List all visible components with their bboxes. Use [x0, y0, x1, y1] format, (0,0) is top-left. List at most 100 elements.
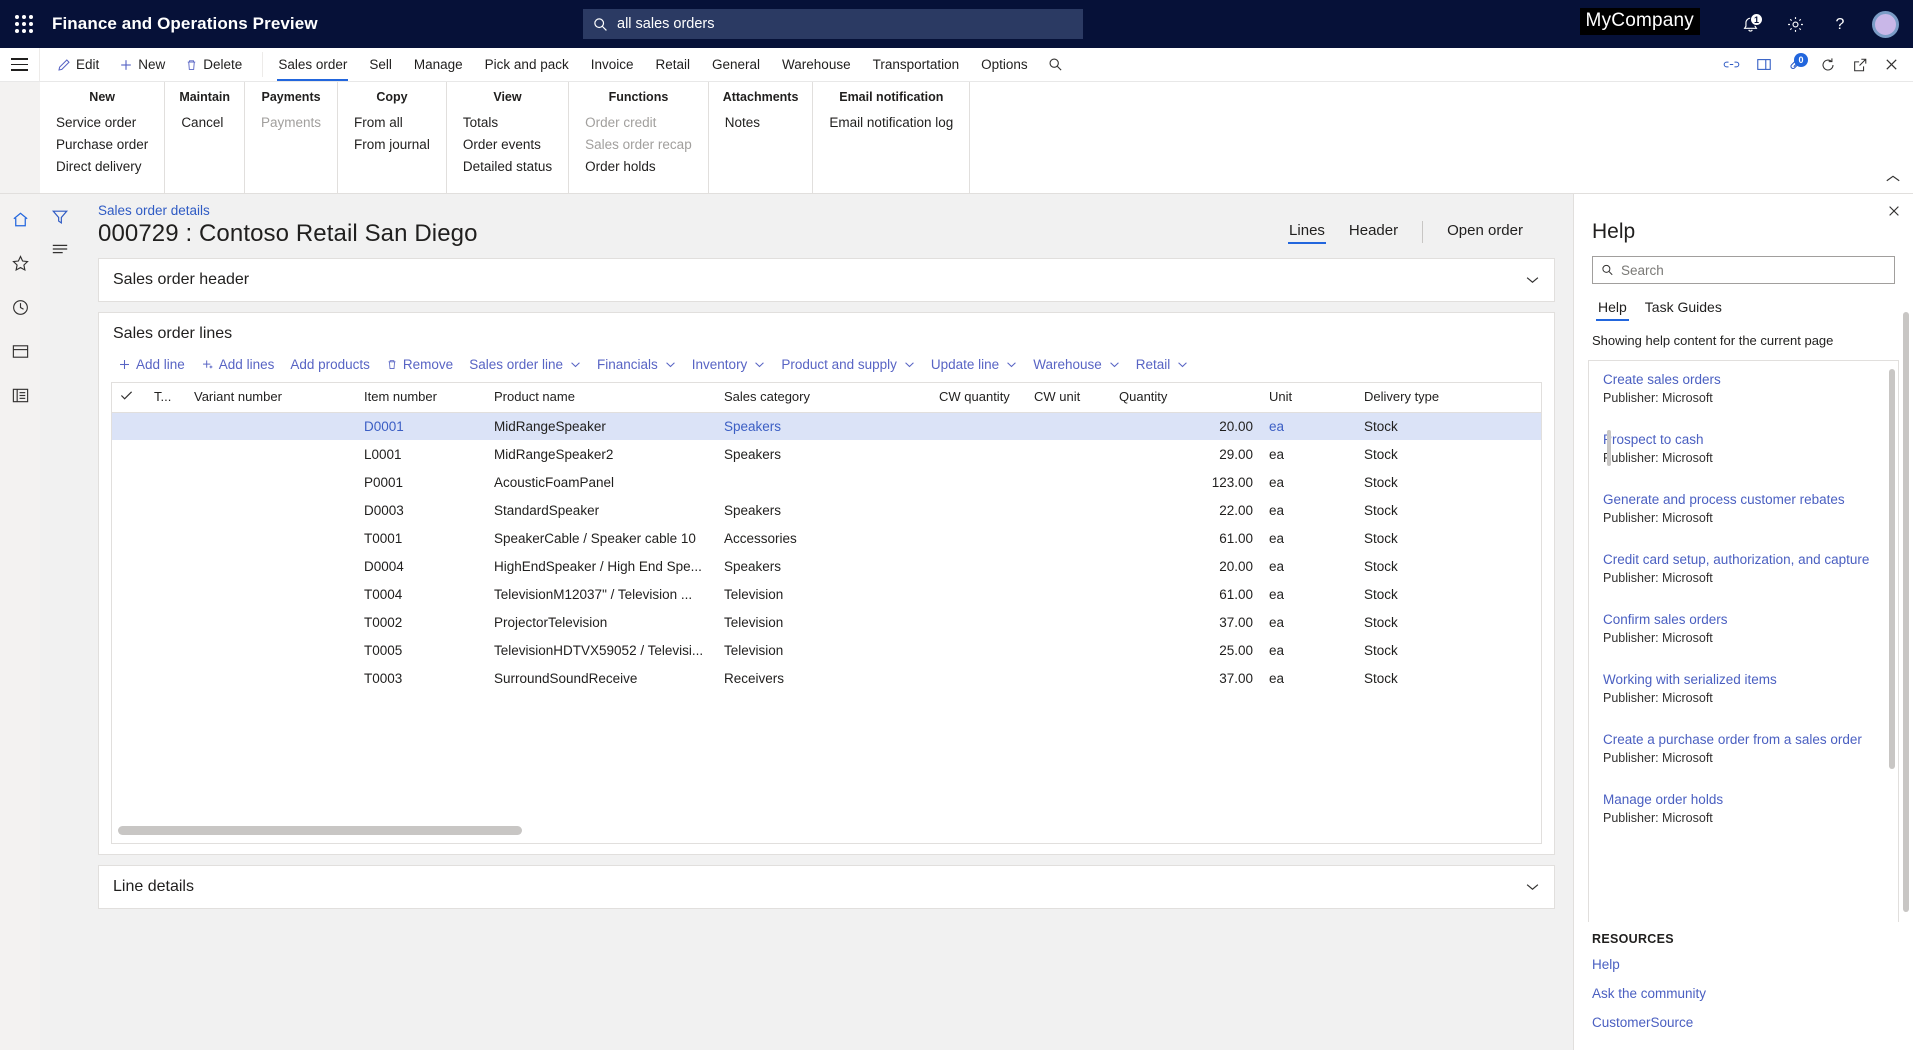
cell-quantity[interactable]: 20.00	[1111, 552, 1261, 581]
user-account-button[interactable]	[1865, 4, 1905, 44]
ribbon-item-from-journal[interactable]: From journal	[352, 136, 432, 154]
close-icon[interactable]	[1876, 51, 1907, 79]
row-checkbox[interactable]	[112, 552, 146, 581]
resource-link-help[interactable]: Help	[1592, 957, 1895, 972]
tab-header[interactable]: Header	[1337, 220, 1410, 244]
page-scroll-area[interactable]: Sales order header Sales order lines Add…	[80, 258, 1573, 1050]
ribbon-item-order-holds[interactable]: Order holds	[583, 158, 694, 176]
row-checkbox[interactable]	[112, 524, 146, 553]
help-article-link[interactable]: Generate and process customer rebates	[1603, 491, 1884, 508]
select-all-header[interactable]	[112, 383, 146, 413]
app-launcher-button[interactable]	[0, 0, 48, 48]
cell-sales-category[interactable]: Speakers	[716, 496, 931, 525]
tab-transportation[interactable]: Transportation	[862, 48, 971, 81]
col-unit[interactable]: Unit	[1261, 383, 1356, 413]
ribbon-item-detailed-status[interactable]: Detailed status	[461, 158, 554, 176]
row-checkbox[interactable]	[112, 412, 146, 441]
cell-quantity[interactable]: 20.00	[1111, 412, 1261, 441]
tab-options[interactable]: Options	[970, 48, 1039, 81]
side-panel-icon[interactable]	[1748, 51, 1779, 79]
table-row[interactable]: L0001 MidRangeSpeaker2 Speakers 29.00 ea…	[112, 440, 1541, 469]
cell-unit[interactable]: ea	[1261, 468, 1356, 497]
home-icon[interactable]	[5, 204, 35, 234]
cell-item-number[interactable]: T0002	[356, 608, 486, 637]
close-help-pane-button[interactable]	[1887, 204, 1901, 221]
col-item-number[interactable]: Item number	[356, 383, 486, 413]
help-article-link[interactable]: Create sales orders	[1603, 371, 1884, 388]
cell-item-number[interactable]: D0003	[356, 496, 486, 525]
cell-sales-category[interactable]: Accessories	[716, 524, 931, 553]
col-product-name[interactable]: Product name	[486, 383, 716, 413]
collapse-ribbon-button[interactable]	[1885, 171, 1901, 189]
cell-unit[interactable]: ea	[1261, 608, 1356, 637]
list-item[interactable]: Working with serialized items Publisher:…	[1603, 671, 1884, 705]
ribbon-item-purchase-order[interactable]: Purchase order	[54, 136, 150, 154]
cell-unit[interactable]: ea	[1261, 580, 1356, 609]
list-item[interactable]: Credit card setup, authorization, and ca…	[1603, 551, 1884, 585]
warehouse-menu[interactable]: Warehouse	[1026, 353, 1127, 376]
col-type[interactable]: T...	[146, 383, 186, 413]
hscroll-track[interactable]	[118, 826, 1535, 835]
cell-item-number[interactable]: T0003	[356, 664, 486, 693]
help-article-link[interactable]: Create a purchase order from a sales ord…	[1603, 731, 1884, 748]
cell-quantity[interactable]: 61.00	[1111, 524, 1261, 553]
help-article-link[interactable]: Working with serialized items	[1603, 671, 1884, 688]
row-checkbox[interactable]	[112, 440, 146, 469]
help-list-scrollbar[interactable]	[1889, 369, 1895, 769]
cell-sales-category[interactable]: Television	[716, 608, 931, 637]
cell-quantity[interactable]: 37.00	[1111, 664, 1261, 693]
cell-item-number[interactable]: L0001	[356, 440, 486, 469]
help-article-list[interactable]: Create sales orders Publisher: Microsoft…	[1588, 360, 1899, 922]
ribbon-item-email-notification-log[interactable]: Email notification log	[827, 114, 955, 132]
sales-order-line-menu[interactable]: Sales order line	[462, 353, 588, 376]
ribbon-item-totals[interactable]: Totals	[461, 114, 554, 132]
ribbon-item-direct-delivery[interactable]: Direct delivery	[54, 158, 150, 176]
cell-quantity[interactable]: 22.00	[1111, 496, 1261, 525]
help-tab-task-guides[interactable]: Task Guides	[1639, 296, 1728, 321]
help-button[interactable]: ?	[1820, 4, 1860, 44]
help-article-link[interactable]: Confirm sales orders	[1603, 611, 1884, 628]
fasttab-line-details[interactable]: Line details	[98, 865, 1555, 909]
favorites-star-icon[interactable]	[5, 248, 35, 278]
add-line-button[interactable]: Add line	[111, 353, 192, 376]
table-row[interactable]: D0003 StandardSpeaker Speakers 22.00 ea …	[112, 496, 1541, 525]
cell-unit[interactable]: ea	[1261, 636, 1356, 665]
global-search-input[interactable]	[617, 16, 1073, 32]
cell-item-number[interactable]: P0001	[356, 468, 486, 497]
row-checkbox[interactable]	[112, 608, 146, 637]
list-item[interactable]: Create sales orders Publisher: Microsoft	[1603, 371, 1884, 405]
help-article-link[interactable]: Prospect to cash	[1603, 431, 1884, 448]
fasttab-sales-order-header[interactable]: Sales order header	[98, 258, 1555, 302]
table-row[interactable]: T0001 SpeakerCable / Speaker cable 10 Ac…	[112, 524, 1541, 553]
help-pane-scrollbar[interactable]	[1903, 252, 1911, 1044]
cell-item-number[interactable]: T0004	[356, 580, 486, 609]
col-variant-number[interactable]: Variant number	[186, 383, 356, 413]
pane-splitter-handle[interactable]	[1607, 430, 1611, 466]
table-row[interactable]: T0004 TelevisionM12037" / Television ...…	[112, 580, 1541, 609]
cell-unit[interactable]: ea	[1261, 552, 1356, 581]
ribbon-item-service-order[interactable]: Service order	[54, 114, 150, 132]
ribbon-search-button[interactable]	[1039, 48, 1073, 81]
cell-quantity[interactable]: 61.00	[1111, 580, 1261, 609]
cell-unit[interactable]: ea	[1261, 440, 1356, 469]
add-lines-button[interactable]: Add lines	[194, 353, 282, 376]
retail-menu[interactable]: Retail	[1129, 353, 1196, 376]
ribbon-item-from-all[interactable]: From all	[352, 114, 432, 132]
cell-quantity[interactable]: 25.00	[1111, 636, 1261, 665]
col-quantity[interactable]: Quantity	[1111, 383, 1261, 413]
hscroll-thumb[interactable]	[118, 826, 522, 835]
help-pane-scroll-thumb[interactable]	[1903, 312, 1909, 912]
cell-sales-category[interactable]: Receivers	[716, 664, 931, 693]
cell-item-number[interactable]: D0001	[356, 412, 486, 441]
cell-sales-category[interactable]: Speakers	[716, 412, 931, 441]
col-sales-category[interactable]: Sales category	[716, 383, 931, 413]
settings-button[interactable]	[1775, 4, 1815, 44]
ribbon-item-cancel[interactable]: Cancel	[179, 114, 230, 132]
tab-invoice[interactable]: Invoice	[580, 48, 645, 81]
help-search-input[interactable]	[1621, 262, 1886, 278]
cell-sales-category[interactable]: Television	[716, 636, 931, 665]
table-row[interactable]: D0001 MidRangeSpeaker Speakers 20.00 ea …	[112, 412, 1541, 441]
list-item[interactable]: Generate and process customer rebates Pu…	[1603, 491, 1884, 525]
cell-sales-category[interactable]	[716, 468, 931, 497]
help-tab-help[interactable]: Help	[1592, 296, 1633, 321]
